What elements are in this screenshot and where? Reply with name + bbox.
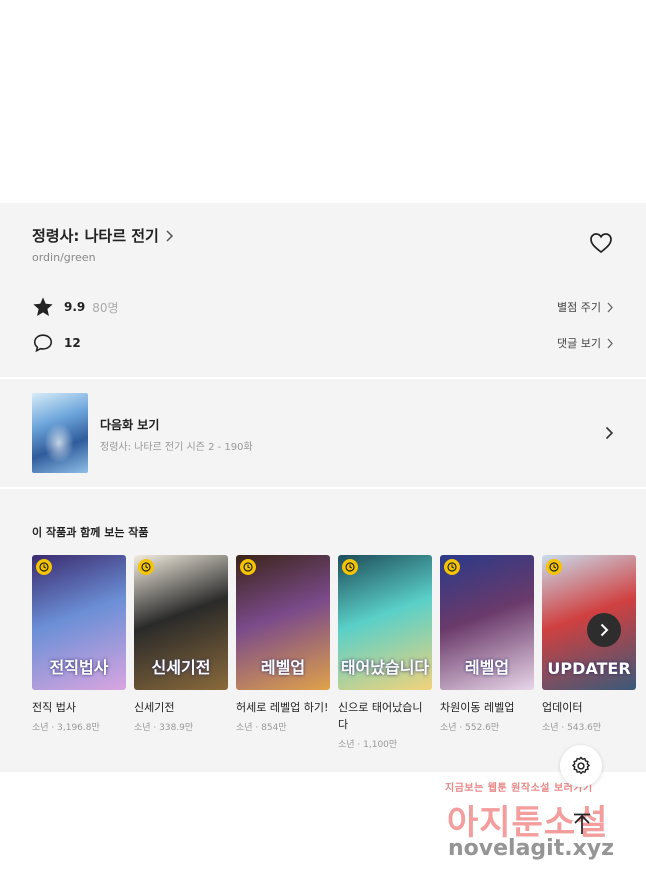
recommendation-meta: 소년 · 338.9만 <box>134 723 194 733</box>
recommendation-carousel: 전직법사 전직 법사 소년 · 3,196.8만 신세기전 신세기전 소년 · 338.9… <box>32 555 646 765</box>
recommendation-card[interactable]: UPDATER 업데이터소년 · 543.6만 <box>542 555 636 733</box>
recommendation-card[interactable]: 태어났습니다신으로 태어났습니다소년 · 1,100만 <box>338 555 432 750</box>
arrow-up-icon <box>574 813 590 834</box>
scroll-to-top-button[interactable] <box>568 811 596 837</box>
rate-button-label: 별점 주기 <box>557 301 601 314</box>
recommendations-title: 이 작품과 함께 보는 작품 <box>32 526 149 539</box>
rating-count: 80명 <box>92 300 119 315</box>
cover-title-art: 전직법사 <box>49 658 109 677</box>
chevron-right-icon <box>166 229 173 242</box>
comment-row: 12 댓글 보기 <box>32 331 614 355</box>
watermark-url: novelagit.xyz <box>448 836 614 861</box>
clock-icon <box>138 559 154 575</box>
chevron-right-icon <box>607 302 613 312</box>
view-comments-label: 댓글 보기 <box>557 337 601 350</box>
series-title-link[interactable]: 정령사: 나타르 전기 <box>32 225 174 246</box>
rating-row: 9.9 80명 별점 주기 <box>32 295 614 319</box>
recommendation-card[interactable]: 레벨업차원이동 레벨업소년 · 552.6만 <box>440 555 534 733</box>
recommendation-title: 허세로 레벨업 하기! <box>236 701 329 714</box>
recommendation-title: 전직 법사 <box>32 701 76 714</box>
recommendation-title: 차원이동 레벨업 <box>440 701 515 714</box>
recommendation-meta: 소년 · 3,196.8만 <box>32 723 100 733</box>
cover-title-art: 신세기전 <box>151 658 211 677</box>
recommendation-cover: 태어났습니다 <box>338 555 432 690</box>
next-episode-thumbnail <box>32 393 88 473</box>
recommendation-card[interactable]: 레벨업허세로 레벨업 하기! 소년 · 854만 <box>236 555 330 733</box>
recommendation-title: 신으로 태어났습니다 <box>338 701 423 731</box>
chevron-right-icon <box>607 338 613 348</box>
recommendations-section: 이 작품과 함께 보는 작품 전직법사 전직 법사 소년 · 3,196.8만 신세기… <box>0 489 646 772</box>
rating-value: 9.9 <box>64 300 86 314</box>
recommendation-cover: 전직법사 <box>32 555 126 690</box>
cover-title-art: 태어났습니다 <box>340 658 430 677</box>
carousel-next-button[interactable] <box>587 613 621 647</box>
series-info-panel: 정령사: 나타르 전기 ordin/green 9.9 80명 별점 주기 12… <box>0 203 646 377</box>
clock-icon <box>342 559 358 575</box>
recommendation-cover: 레벨업 <box>440 555 534 690</box>
view-comments-button[interactable]: 댓글 보기 <box>557 335 614 351</box>
clock-icon <box>36 559 52 575</box>
gear-icon <box>572 756 590 775</box>
comment-icon <box>33 334 53 353</box>
clock-icon <box>546 559 562 575</box>
recommendation-card[interactable]: 전직법사전직 법사소년 · 3,196.8만 <box>32 555 126 733</box>
series-author: ordin/green <box>32 251 96 264</box>
next-episode-subtitle: 정령사: 나타르 전기 시즌 2 - 190화 <box>100 442 253 453</box>
clock-icon <box>444 559 460 575</box>
next-episode-label: 다음화 보기 <box>100 418 160 432</box>
comment-count: 12 <box>64 336 81 350</box>
cover-title-art: UPDATER <box>547 659 631 678</box>
blank-area <box>0 0 646 203</box>
cover-title-art: 레벨업 <box>464 658 510 677</box>
recommendation-title: 신세기전 <box>134 701 175 714</box>
next-episode-card[interactable]: 다음화 보기 정령사: 나타르 전기 시즌 2 - 190화 <box>0 379 646 487</box>
settings-button[interactable] <box>560 745 602 787</box>
recommendation-cover: 레벨업 <box>236 555 330 690</box>
cover-title-art: 레벨업 <box>260 658 306 677</box>
recommendation-card[interactable]: 신세기전 신세기전 소년 · 338.9만 <box>134 555 228 733</box>
recommendation-cover: 신세기전 <box>134 555 228 690</box>
heart-icon[interactable] <box>589 232 613 254</box>
recommendation-title: 업데이터 <box>542 701 583 714</box>
recommendation-meta: 소년 · 543.6만 <box>542 723 602 733</box>
recommendation-meta: 소년 · 552.6만 <box>440 723 500 733</box>
chevron-right-icon <box>605 426 614 440</box>
series-title: 정령사: 나타르 전기 <box>32 227 159 245</box>
recommendation-meta: 소년 · 1,100만 <box>338 740 398 750</box>
star-icon <box>33 297 53 316</box>
chevron-right-icon <box>600 623 609 637</box>
rate-button[interactable]: 별점 주기 <box>557 299 614 315</box>
clock-icon <box>240 559 256 575</box>
recommendation-meta: 소년 · 854만 <box>236 723 287 733</box>
